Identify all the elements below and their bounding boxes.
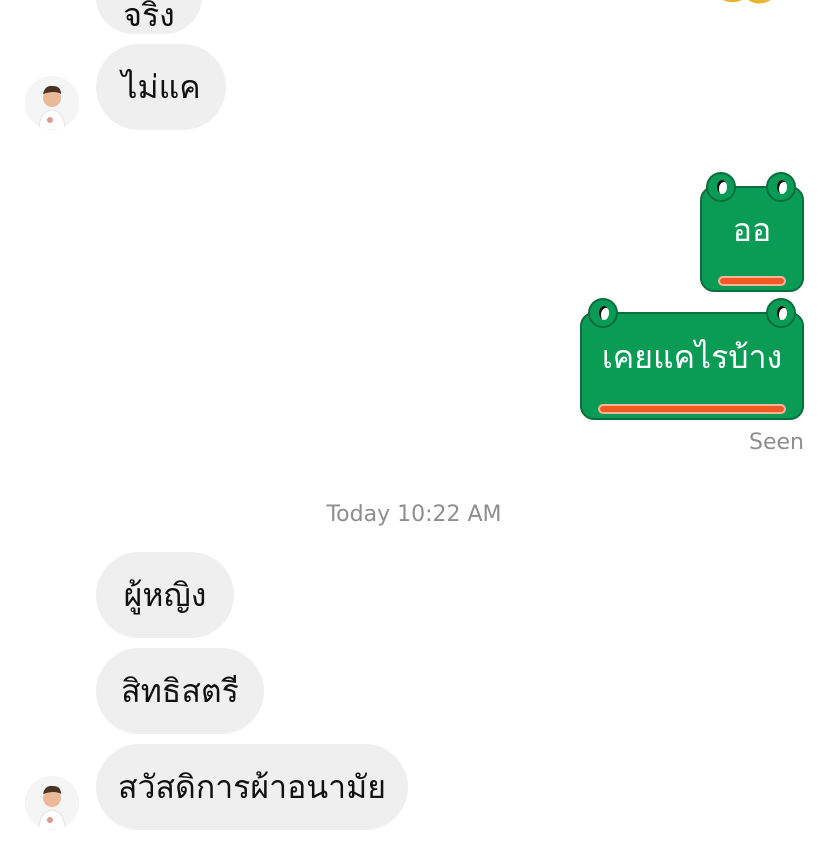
incoming-message[interactable]: สิทธิสตรี xyxy=(96,648,264,734)
incoming-message[interactable]: สวัสดิการผ้าอนามัย xyxy=(96,744,408,830)
message-text: ผู้หญิง xyxy=(123,576,207,614)
timestamp: Today 10:22 AM xyxy=(326,502,502,527)
message-text: จริง xyxy=(123,0,175,34)
incoming-message-partial[interactable]: จริง xyxy=(96,0,202,34)
outgoing-message[interactable]: เคยแคไรบ้าง xyxy=(580,298,804,420)
message-text: ไม่แค xyxy=(121,68,201,106)
frog-mouth-icon xyxy=(598,404,786,414)
frog-mouth-icon xyxy=(718,276,786,286)
avatar[interactable] xyxy=(25,76,79,130)
message-text: ออ xyxy=(732,210,772,249)
avatar[interactable] xyxy=(25,776,79,830)
outgoing-message[interactable]: ออ xyxy=(700,172,804,292)
sticker-icon xyxy=(722,0,771,4)
seen-indicator: Seen xyxy=(749,430,804,455)
message-text: เคยแคไรบ้าง xyxy=(601,337,783,376)
profile-photo-icon xyxy=(25,76,79,130)
profile-photo-icon xyxy=(25,776,79,830)
message-text: สิทธิสตรี xyxy=(121,672,239,710)
incoming-message[interactable]: ไม่แค xyxy=(96,44,226,130)
incoming-message[interactable]: ผู้หญิง xyxy=(96,552,234,638)
message-text: สวัสดิการผ้าอนามัย xyxy=(118,768,386,806)
